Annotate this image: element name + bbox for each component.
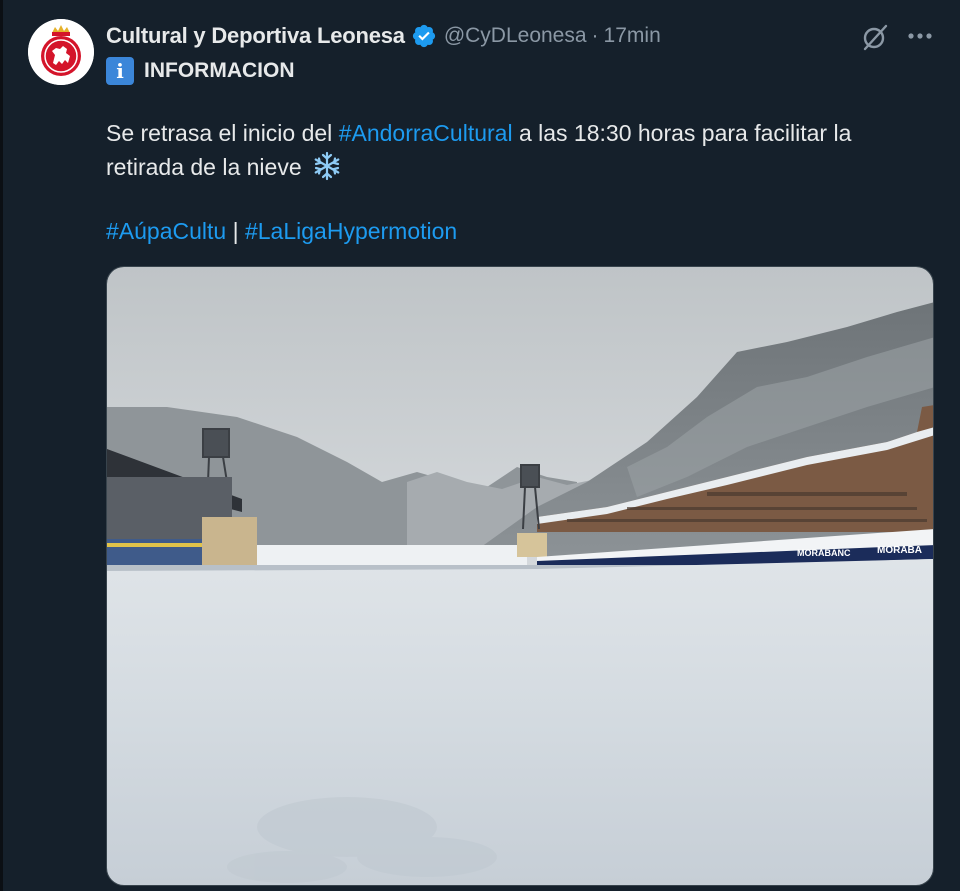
avatar[interactable] [28,19,94,85]
stadium-photo: MORABANC MORABA [107,267,933,885]
info-label-text: INFORMACION [144,59,295,82]
hashtag-link[interactable]: #AndorraCultural [339,120,513,146]
author-handle[interactable]: @CyDLeonesa [444,24,587,48]
hashtag-divider: | [232,218,239,244]
club-crest-icon [28,19,94,85]
hashtag-link[interactable]: #AúpaCultu [106,218,226,244]
ad-board-text: MORABA [877,545,922,556]
left-border [0,0,3,891]
snowflake-icon [314,151,340,181]
info-label: i INFORMACION [106,56,295,86]
hashtag-link[interactable]: #LaLigaHypermotion [245,218,457,244]
grok-icon[interactable] [860,22,890,52]
info-icon: i [106,57,134,85]
hashtags-line: #AúpaCultu | #LaLigaHypermotion [106,214,457,248]
tweet-text-part: a las 18:30 horas para facilitar la [512,120,852,146]
ad-board-text: MORABANC [797,548,851,558]
verified-badge-icon[interactable] [411,23,437,49]
tweet-text-part: retirada de la nieve [106,154,302,180]
separator-dot: · [591,24,599,47]
timestamp[interactable]: 17min [604,24,661,48]
tweet-text-part: Se retrasa el inicio del [106,120,339,146]
tweet-text: Se retrasa el inicio del #AndorraCultura… [106,116,926,184]
more-icon[interactable] [906,24,934,48]
tweet-header: Cultural y Deportiva Leonesa @CyDLeonesa… [106,20,661,52]
author-display-name[interactable]: Cultural y Deportiva Leonesa [106,23,405,49]
tweet-media-photo[interactable]: MORABANC MORABA [106,266,934,886]
